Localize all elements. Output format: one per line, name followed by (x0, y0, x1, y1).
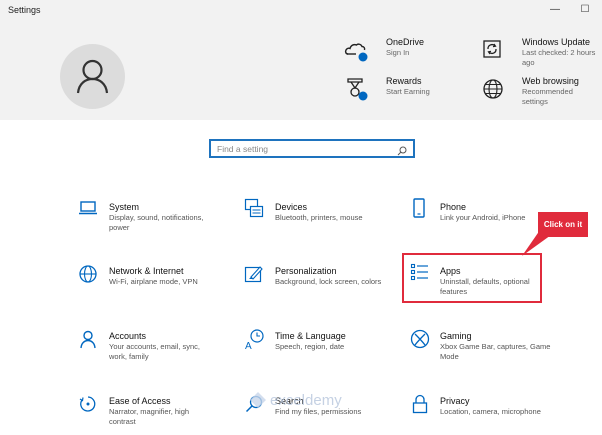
xbox-icon (410, 329, 430, 349)
rewards-title[interactable]: Rewards (386, 76, 422, 86)
avatar[interactable] (60, 44, 125, 109)
watermark-logo: exceldemy (248, 388, 368, 415)
network-globe-icon (78, 264, 98, 284)
time-language-icon: A (244, 328, 266, 350)
phone-icon (412, 198, 426, 218)
accounts-desc: Your accounts, email, sync, work, family (109, 342, 201, 361)
window-title: Settings (8, 5, 41, 15)
onedrive-subtitle: Sign In (386, 48, 410, 57)
time-language-title[interactable]: Time & Language (275, 331, 346, 341)
globe-icon (482, 78, 504, 100)
phone-title[interactable]: Phone (440, 202, 466, 212)
system-desc: Display, sound, notifications, power (109, 213, 204, 232)
personalization-icon (244, 264, 264, 284)
laptop-icon (78, 200, 98, 216)
devices-desc: Bluetooth, printers, mouse (275, 213, 363, 222)
privacy-lock-icon (412, 394, 428, 414)
ease-of-access-desc: Narrator, magnifier, high contrast (109, 407, 190, 426)
minimize-button[interactable]: — (548, 3, 562, 17)
keyboard-icon (244, 198, 264, 218)
windows-update-subtitle: Last checked: 2 hours ago (522, 48, 596, 67)
personalization-title[interactable]: Personalization (275, 266, 337, 276)
privacy-desc: Location, camera, microphone (440, 407, 541, 416)
web-browsing-title[interactable]: Web browsing (522, 76, 579, 86)
time-language-desc: Speech, region, date (275, 342, 345, 351)
callout-label: Click on it (538, 212, 588, 237)
accounts-person-icon (78, 329, 98, 349)
windows-update-icon (482, 39, 502, 59)
system-title[interactable]: System (109, 202, 139, 212)
web-browsing-subtitle: Recommended settings (522, 87, 573, 106)
search-icon[interactable] (397, 143, 407, 161)
gaming-title[interactable]: Gaming (440, 331, 472, 341)
devices-title[interactable]: Devices (275, 202, 307, 212)
network-desc: Wi-Fi, airplane mode, VPN (109, 277, 198, 286)
user-icon (76, 59, 109, 94)
onedrive-icon (344, 40, 370, 64)
onedrive-title[interactable]: OneDrive (386, 37, 424, 47)
phone-desc: Link your Android, iPhone (440, 213, 526, 222)
apps-highlight-box (402, 253, 542, 303)
svg-text:A: A (245, 341, 252, 350)
windows-update-title[interactable]: Windows Update (522, 37, 590, 47)
search-input[interactable] (217, 143, 387, 155)
accounts-title[interactable]: Accounts (109, 331, 146, 341)
ease-of-access-icon (78, 394, 98, 414)
ease-of-access-title[interactable]: Ease of Access (109, 396, 171, 406)
title-bar (0, 0, 602, 22)
maximize-button[interactable]: ☐ (578, 3, 592, 17)
svg-text:exceldemy: exceldemy (270, 392, 342, 409)
gaming-desc: Xbox Game Bar, captures, Game Mode (440, 342, 551, 361)
personalization-desc: Background, lock screen, colors (275, 277, 382, 286)
search-box[interactable] (209, 139, 415, 158)
privacy-title[interactable]: Privacy (440, 396, 470, 406)
rewards-icon (344, 76, 370, 102)
network-title[interactable]: Network & Internet (109, 266, 184, 276)
rewards-subtitle: Start Earning (386, 87, 430, 96)
